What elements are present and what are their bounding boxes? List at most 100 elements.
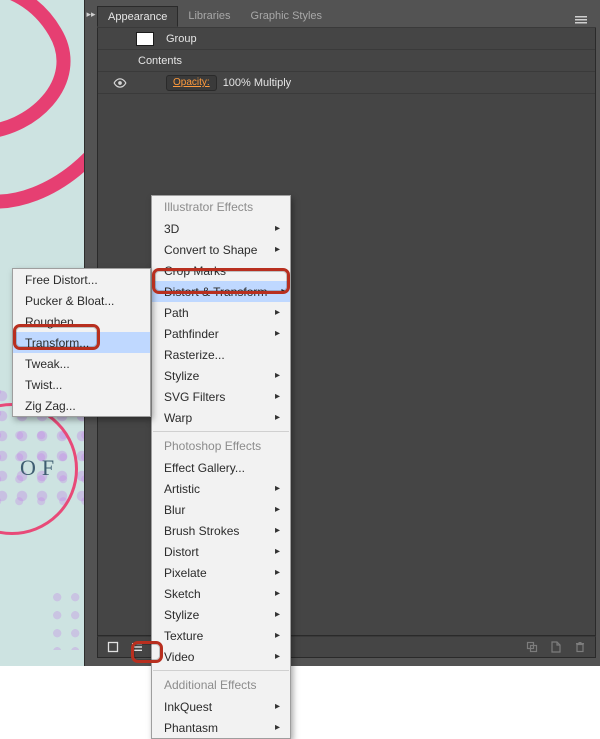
menu-item[interactable]: Crop Marks xyxy=(152,260,290,281)
submenu-item[interactable]: Transform... xyxy=(13,332,150,353)
menu-item[interactable]: Blur▸ xyxy=(152,499,290,520)
menu-item-label: Brush Strokes xyxy=(164,524,239,538)
menu-item[interactable]: Video ▸ xyxy=(152,646,290,667)
submenu-arrow-icon: ▸ xyxy=(275,722,280,733)
submenu-item-label: Free Distort... xyxy=(25,273,98,287)
menu-item-label: Convert to Shape xyxy=(164,243,257,257)
submenu-arrow-icon: ▸ xyxy=(275,307,280,318)
footer-btn-no-selection[interactable] xyxy=(102,638,124,656)
submenu-item[interactable]: Roughen... xyxy=(13,311,150,332)
submenu-arrow-icon: ▸ xyxy=(275,412,280,423)
menu-item-label: InkQuest xyxy=(164,700,212,714)
menu-item-label: Effect Gallery... xyxy=(164,461,245,475)
submenu-arrow-icon: ▸ xyxy=(275,328,280,339)
square-icon xyxy=(107,641,119,653)
tab-libraries[interactable]: Libraries xyxy=(178,6,240,27)
submenu-arrow-icon: ▸ xyxy=(275,630,280,641)
panel-tabs: Appearance Libraries Graphic Styles xyxy=(97,6,596,28)
menu-item-label: Video xyxy=(164,650,194,664)
submenu-arrow-icon: ▸ xyxy=(275,525,280,536)
menu-item[interactable]: Sketch▸ xyxy=(152,583,290,604)
menu-item-label: Stylize xyxy=(164,369,199,383)
menu-item-label: Stylize xyxy=(164,608,199,622)
menu-item[interactable]: Path▸ xyxy=(152,302,290,323)
menu-item[interactable]: Stylize ▸ xyxy=(152,365,290,386)
menu-item[interactable]: Phantasm ▸ xyxy=(152,717,290,738)
submenu-item[interactable]: Zig Zag... xyxy=(13,395,150,416)
appearance-row-contents[interactable]: Contents xyxy=(98,50,595,72)
menu-item-label: Artistic xyxy=(164,482,200,496)
menu-item[interactable]: Texture ▸ xyxy=(152,625,290,646)
row-label-group: Group xyxy=(166,33,197,45)
menu-item[interactable]: SVG Filters ▸ xyxy=(152,386,290,407)
script-glyph xyxy=(0,0,84,232)
menu-item[interactable]: Pathfinder ▸ xyxy=(152,323,290,344)
panel-flyout-menu-button[interactable] xyxy=(572,12,590,28)
menu-item-label: Crop Marks xyxy=(164,264,226,278)
trash-icon xyxy=(574,641,586,653)
menu-item-label: Warp xyxy=(164,411,192,425)
appearance-row-group[interactable]: Group xyxy=(98,28,595,50)
menu-item-label: 3D xyxy=(164,222,179,236)
menu-item-label: Distort xyxy=(164,545,199,559)
menu-item[interactable]: Effect Gallery... xyxy=(152,457,290,478)
footer-btn-list[interactable] xyxy=(126,638,148,656)
submenu-arrow-icon: ▸ xyxy=(281,286,286,297)
submenu-arrow-icon: ▸ xyxy=(275,370,280,381)
appearance-row-opacity[interactable]: Opacity: 100% Multiply xyxy=(98,72,595,94)
menu-item[interactable]: Warp ▸ xyxy=(152,407,290,428)
menu-item-label: Texture xyxy=(164,629,203,643)
menu-item[interactable]: Artistic ▸ xyxy=(152,478,290,499)
submenu-arrow-icon: ▸ xyxy=(275,223,280,234)
menu-item[interactable]: Distort & Transform ▸ xyxy=(152,281,290,302)
menu-item[interactable]: InkQuest▸ xyxy=(152,696,290,717)
tab-appearance[interactable]: Appearance xyxy=(97,6,178,27)
submenu-arrow-icon: ▸ xyxy=(275,483,280,494)
submenu-arrow-icon: ▸ xyxy=(275,588,280,599)
submenu-item-label: Roughen... xyxy=(25,315,84,329)
hamburger-icon xyxy=(575,16,587,24)
menu-separator xyxy=(153,431,289,432)
menu-item[interactable]: Distort ▸ xyxy=(152,541,290,562)
footer-btn-duplicate xyxy=(521,638,543,656)
menu-item[interactable]: Brush Strokes ▸ xyxy=(152,520,290,541)
distort-transform-submenu: Free Distort... Pucker & Bloat... Roughen.… xyxy=(12,268,151,417)
submenu-arrow-icon: ▸ xyxy=(275,651,280,662)
opacity-value: 100% Multiply xyxy=(223,77,291,89)
submenu-arrow-icon: ▸ xyxy=(275,567,280,578)
list-icon xyxy=(131,641,143,653)
submenu-item-label: Tweak... xyxy=(25,357,70,371)
submenu-item[interactable]: Twist... xyxy=(13,374,150,395)
menu-item-label: Pathfinder xyxy=(164,327,219,341)
submenu-arrow-icon: ▸ xyxy=(275,609,280,620)
submenu-arrow-icon: ▸ xyxy=(275,546,280,557)
duplicate-icon xyxy=(526,641,538,653)
swatch-thumbnail xyxy=(136,32,154,46)
menu-item[interactable]: Pixelate▸ xyxy=(152,562,290,583)
fx-menu: Illustrator Effects3D▸Convert to Shape▸C… xyxy=(151,195,291,739)
menu-item-label: SVG Filters xyxy=(164,390,225,404)
menu-item[interactable]: Rasterize... xyxy=(152,344,290,365)
opacity-link[interactable]: Opacity: xyxy=(166,75,217,91)
menu-item[interactable]: Stylize ▸ xyxy=(152,604,290,625)
menu-heading: Photoshop Effects xyxy=(152,435,290,457)
menu-item[interactable]: 3D ▸ xyxy=(152,218,290,239)
submenu-item[interactable]: Tweak... xyxy=(13,353,150,374)
tab-graphic-styles[interactable]: Graphic Styles xyxy=(241,6,333,27)
submenu-item-label: Pucker & Bloat... xyxy=(25,294,114,308)
menu-item-label: Phantasm xyxy=(164,721,218,735)
panel-collapse-icon[interactable]: ▸▸ xyxy=(85,6,97,22)
of-text: OF xyxy=(20,455,60,481)
submenu-arrow-icon: ▸ xyxy=(275,391,280,402)
submenu-arrow-icon: ▸ xyxy=(275,244,280,255)
menu-item-label: Rasterize... xyxy=(164,348,225,362)
submenu-item[interactable]: Free Distort... xyxy=(13,269,150,290)
menu-separator xyxy=(153,670,289,671)
menu-item-label: Blur xyxy=(164,503,185,517)
menu-item-label: Distort & Transform xyxy=(164,285,267,299)
row-label-contents: Contents xyxy=(138,55,182,67)
menu-heading: Additional Effects xyxy=(152,674,290,696)
submenu-item-label: Zig Zag... xyxy=(25,399,76,413)
menu-item[interactable]: Convert to Shape ▸ xyxy=(152,239,290,260)
submenu-item[interactable]: Pucker & Bloat... xyxy=(13,290,150,311)
